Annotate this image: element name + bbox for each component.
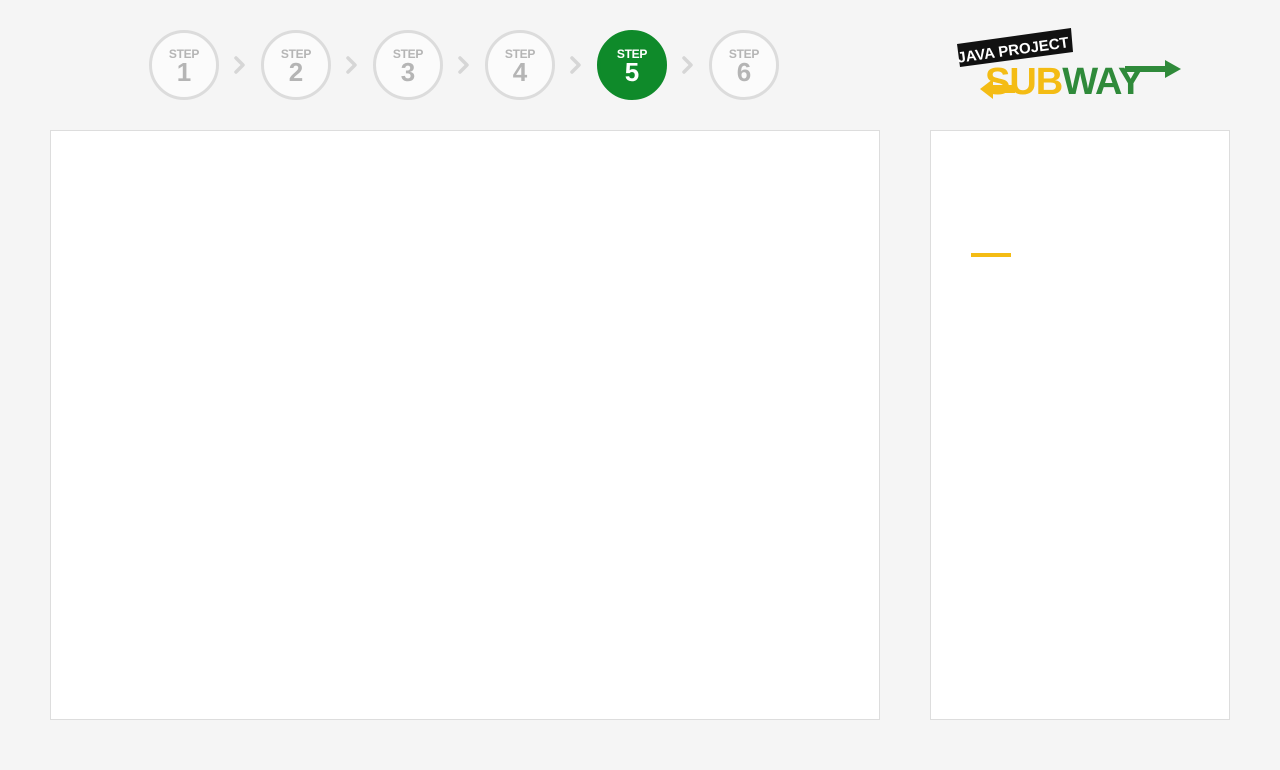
- step-1[interactable]: STEP 1: [149, 30, 219, 100]
- step-6[interactable]: STEP 6: [709, 30, 779, 100]
- logo-brand-yellow: SUB: [985, 61, 1062, 100]
- step-number: 5: [624, 56, 640, 87]
- step-number: 3: [400, 56, 416, 87]
- step-progress-bar: STEP 1 STEP 2 STEP 3 STEP 4 STEP 5 STEP …: [149, 30, 779, 100]
- step-3[interactable]: STEP 3: [373, 30, 443, 100]
- accent-divider: [971, 253, 1011, 257]
- step-number: 1: [176, 56, 192, 87]
- svg-text:SUBWAY: SUBWAY: [985, 61, 1143, 100]
- step-number: 2: [288, 56, 304, 87]
- logo-brand-green: WAY: [1062, 61, 1143, 100]
- chevron-right-icon: [667, 30, 709, 100]
- chevron-right-icon: [443, 30, 485, 100]
- subway-logo[interactable]: JAVA PROJECT SUBWAY: [955, 28, 1183, 100]
- step-number: 6: [736, 56, 752, 87]
- order-summary-panel: [930, 130, 1230, 720]
- step-2[interactable]: STEP 2: [261, 30, 331, 100]
- main-content-panel: [50, 130, 880, 720]
- chevron-right-icon: [219, 30, 261, 100]
- step-number: 4: [512, 56, 528, 87]
- chevron-right-icon: [331, 30, 373, 100]
- step-4[interactable]: STEP 4: [485, 30, 555, 100]
- step-5[interactable]: STEP 5: [597, 30, 667, 100]
- chevron-right-icon: [555, 30, 597, 100]
